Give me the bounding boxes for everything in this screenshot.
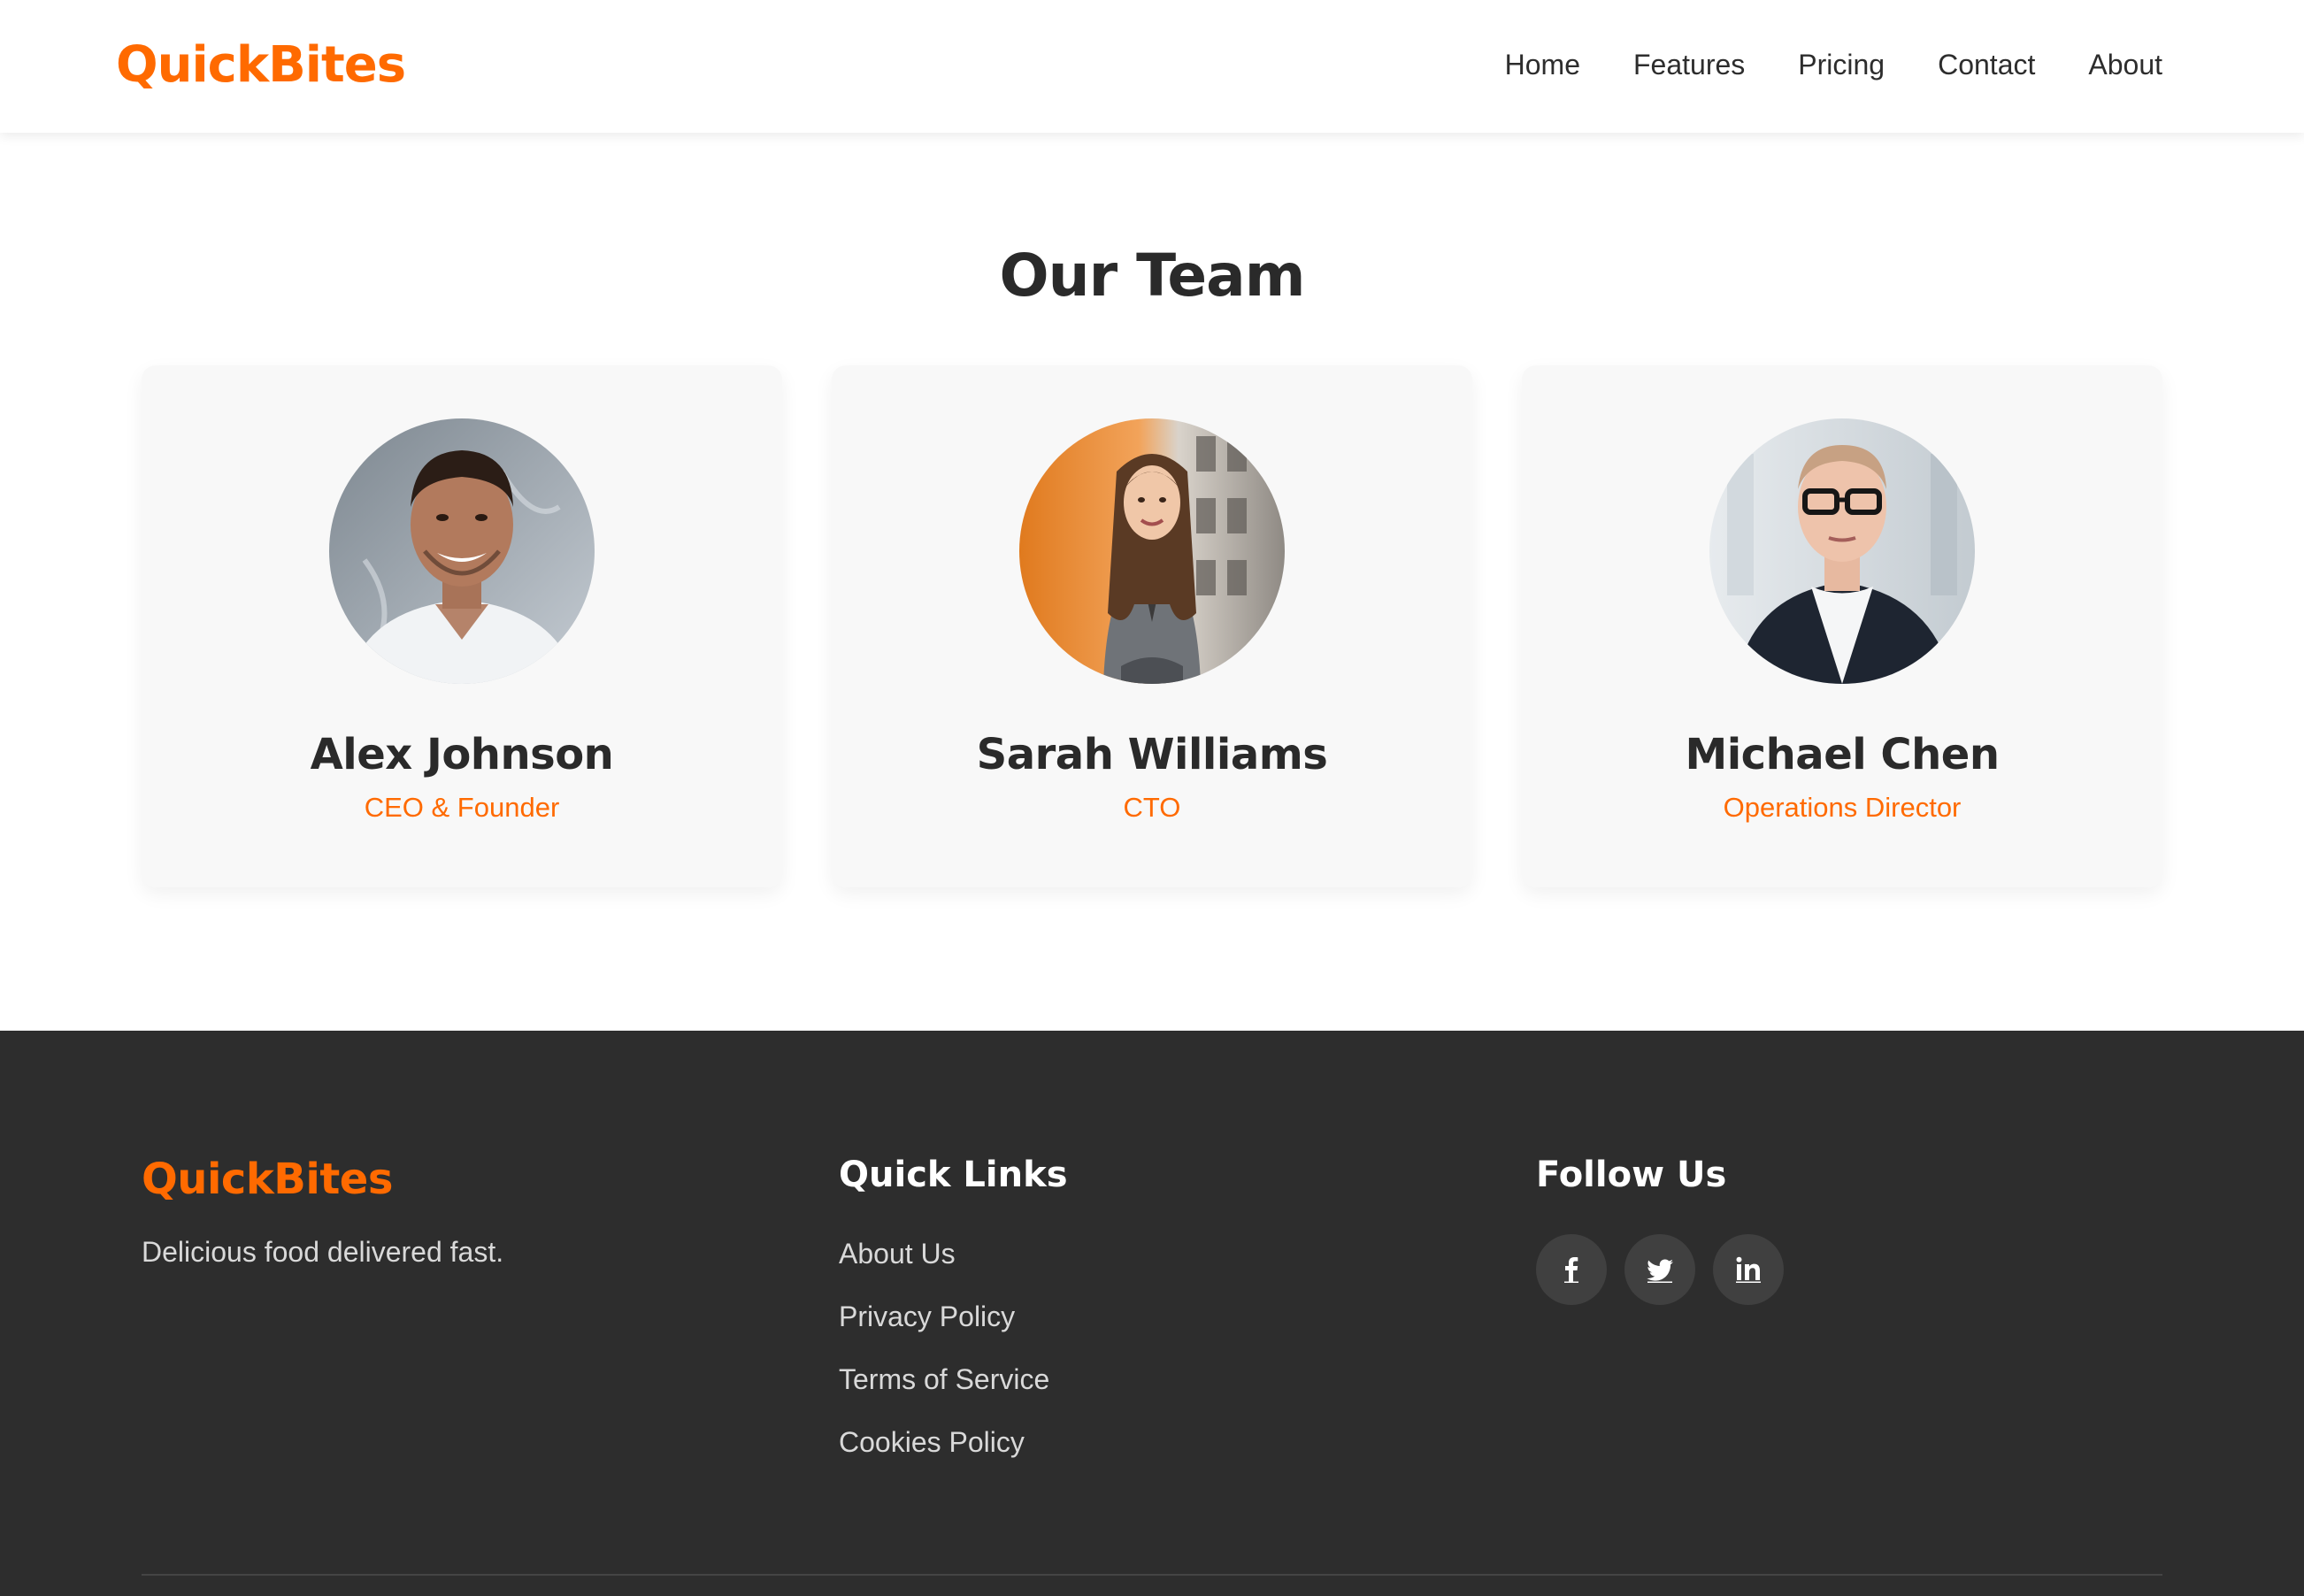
facebook-icon [1564,1257,1578,1283]
member-role: CEO & Founder [364,792,560,823]
main-nav: Home Features Pricing Contact About [1505,42,2162,87]
portrait-photo [1019,418,1285,684]
member-role: CTO [1123,792,1181,823]
list-item: Cookies Policy [839,1424,1049,1487]
team-card: Sarah Williams CTO [832,365,1472,887]
portrait-photo [329,418,595,684]
twitter-icon [1647,1259,1673,1283]
avatar [1709,418,1975,684]
link-terms-of-service[interactable]: Terms of Service [839,1363,1049,1395]
link-cookies-policy[interactable]: Cookies Policy [839,1426,1025,1458]
site-header: QuickBites Home Features Pricing Contact… [0,0,2304,133]
nav-home[interactable]: Home [1505,42,1580,87]
twitter-button[interactable] [1624,1234,1695,1305]
footer-tagline: Delicious food delivered fast. [142,1236,504,1268]
nav-contact[interactable]: Contact [1938,42,2035,87]
team-card: Alex Johnson CEO & Founder [142,365,782,887]
linkedin-button[interactable] [1713,1234,1784,1305]
brand-logo[interactable]: QuickBites [116,34,406,97]
list-item: About Us [839,1236,1049,1299]
portrait-photo [1709,418,1975,684]
member-name: Michael Chen [1685,730,2000,779]
member-name: Alex Johnson [310,730,614,779]
list-item: Privacy Policy [839,1299,1049,1362]
list-item: Terms of Service [839,1362,1049,1424]
nav-pricing[interactable]: Pricing [1798,42,1885,87]
follow-us-title: Follow Us [1536,1155,1727,1195]
link-privacy-policy[interactable]: Privacy Policy [839,1301,1015,1332]
team-section-title: Our Team [999,242,1306,310]
member-role: Operations Director [1723,792,1962,823]
avatar [329,418,595,684]
quick-links-list: About Us Privacy Policy Terms of Service… [839,1236,1049,1487]
linkedin-icon [1736,1256,1761,1283]
footer-brand: QuickBites [142,1155,393,1204]
facebook-button[interactable] [1536,1234,1607,1305]
footer-divider [142,1574,2162,1576]
social-links [1536,1234,1784,1305]
link-about-us[interactable]: About Us [839,1238,956,1270]
nav-about[interactable]: About [2088,42,2162,87]
nav-features[interactable]: Features [1633,42,1745,87]
avatar [1019,418,1285,684]
member-name: Sarah Williams [976,730,1328,779]
quick-links-title: Quick Links [839,1155,1068,1195]
team-card: Michael Chen Operations Director [1522,365,2162,887]
site-footer: QuickBites Delicious food delivered fast… [0,1031,2304,1596]
